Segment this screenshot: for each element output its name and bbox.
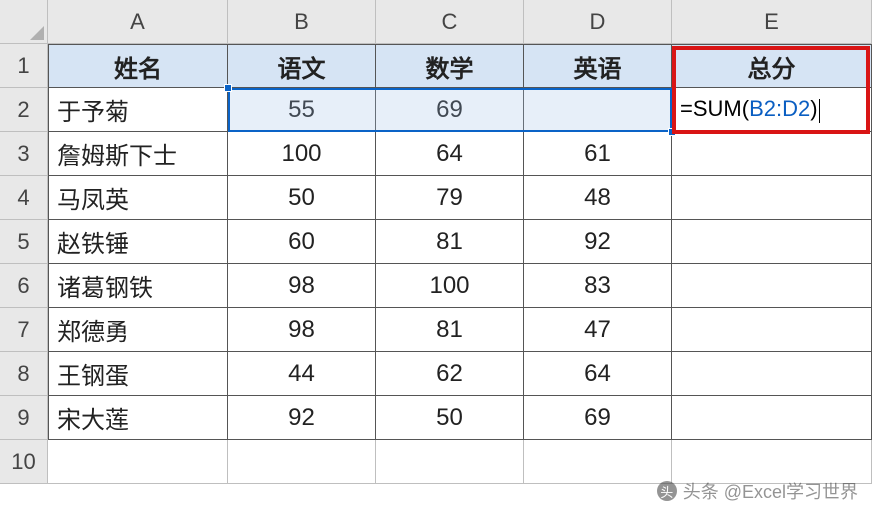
cell-D3[interactable]: 61: [524, 132, 672, 176]
row-header-1[interactable]: 1: [0, 44, 48, 88]
cell-C9[interactable]: 50: [376, 396, 524, 440]
cell-C7[interactable]: 81: [376, 308, 524, 352]
selection-handle-tl[interactable]: [224, 84, 232, 92]
cell-E2[interactable]: =SUM(B2:D2): [672, 88, 872, 132]
cell-A4[interactable]: 马凤英: [48, 176, 228, 220]
cell-D6[interactable]: 83: [524, 264, 672, 308]
cell-E5[interactable]: [672, 220, 872, 264]
header-math[interactable]: 数学: [376, 44, 524, 88]
cell-E3[interactable]: [672, 132, 872, 176]
row-header-9[interactable]: 9: [0, 396, 48, 440]
watermark-text: 头条 @Excel学习世界: [683, 478, 858, 504]
cell-E7[interactable]: [672, 308, 872, 352]
cell-B6[interactable]: 98: [228, 264, 376, 308]
cell-B7[interactable]: 98: [228, 308, 376, 352]
cell-A10[interactable]: [48, 440, 228, 484]
select-all-corner[interactable]: [0, 0, 48, 44]
cell-B8[interactable]: 44: [228, 352, 376, 396]
spreadsheet-grid[interactable]: A B C D E 1 姓名 语文 数学 英语 总分 2 于予菊 55 69 =…: [0, 0, 876, 484]
cell-E6[interactable]: [672, 264, 872, 308]
cell-E8[interactable]: [672, 352, 872, 396]
cell-C6[interactable]: 100: [376, 264, 524, 308]
cell-E9[interactable]: [672, 396, 872, 440]
header-total[interactable]: 总分: [672, 44, 872, 88]
cell-D2[interactable]: [524, 88, 672, 132]
col-header-B[interactable]: B: [228, 0, 376, 44]
cell-D5[interactable]: 92: [524, 220, 672, 264]
watermark-icon: 头: [657, 481, 677, 501]
cell-A9[interactable]: 宋大莲: [48, 396, 228, 440]
row-header-10[interactable]: 10: [0, 440, 48, 484]
cell-A3[interactable]: 詹姆斯下士: [48, 132, 228, 176]
selection-handle-br[interactable]: [668, 128, 676, 136]
cell-C4[interactable]: 79: [376, 176, 524, 220]
row-header-3[interactable]: 3: [0, 132, 48, 176]
cell-B10[interactable]: [228, 440, 376, 484]
cell-D7[interactable]: 47: [524, 308, 672, 352]
header-english[interactable]: 英语: [524, 44, 672, 88]
cell-D4[interactable]: 48: [524, 176, 672, 220]
cell-C10[interactable]: [376, 440, 524, 484]
cell-B4[interactable]: 50: [228, 176, 376, 220]
row-header-2[interactable]: 2: [0, 88, 48, 132]
formula-text: =SUM(B2:D2): [680, 96, 820, 122]
text-cursor: [819, 99, 820, 123]
header-chinese[interactable]: 语文: [228, 44, 376, 88]
formula-ref: B2:D2: [749, 96, 810, 121]
cell-A8[interactable]: 王钢蛋: [48, 352, 228, 396]
row-header-6[interactable]: 6: [0, 264, 48, 308]
formula-suffix: ): [810, 96, 817, 121]
cell-A6[interactable]: 诸葛钢铁: [48, 264, 228, 308]
header-name[interactable]: 姓名: [48, 44, 228, 88]
cell-D10[interactable]: [524, 440, 672, 484]
cell-C3[interactable]: 64: [376, 132, 524, 176]
cell-D8[interactable]: 64: [524, 352, 672, 396]
row-header-5[interactable]: 5: [0, 220, 48, 264]
row-header-8[interactable]: 8: [0, 352, 48, 396]
col-header-A[interactable]: A: [48, 0, 228, 44]
col-header-D[interactable]: D: [524, 0, 672, 44]
cell-C2[interactable]: 69: [376, 88, 524, 132]
cell-A5[interactable]: 赵铁锤: [48, 220, 228, 264]
watermark: 头 头条 @Excel学习世界: [657, 478, 858, 504]
cell-B2[interactable]: 55: [228, 88, 376, 132]
cell-A7[interactable]: 郑德勇: [48, 308, 228, 352]
col-header-C[interactable]: C: [376, 0, 524, 44]
cell-B5[interactable]: 60: [228, 220, 376, 264]
cell-E4[interactable]: [672, 176, 872, 220]
cell-A2[interactable]: 于予菊: [48, 88, 228, 132]
cell-B3[interactable]: 100: [228, 132, 376, 176]
row-header-4[interactable]: 4: [0, 176, 48, 220]
cell-B9[interactable]: 92: [228, 396, 376, 440]
cell-C8[interactable]: 62: [376, 352, 524, 396]
cell-D9[interactable]: 69: [524, 396, 672, 440]
row-header-7[interactable]: 7: [0, 308, 48, 352]
col-header-E[interactable]: E: [672, 0, 872, 44]
formula-prefix: =SUM(: [680, 96, 749, 121]
cell-C5[interactable]: 81: [376, 220, 524, 264]
